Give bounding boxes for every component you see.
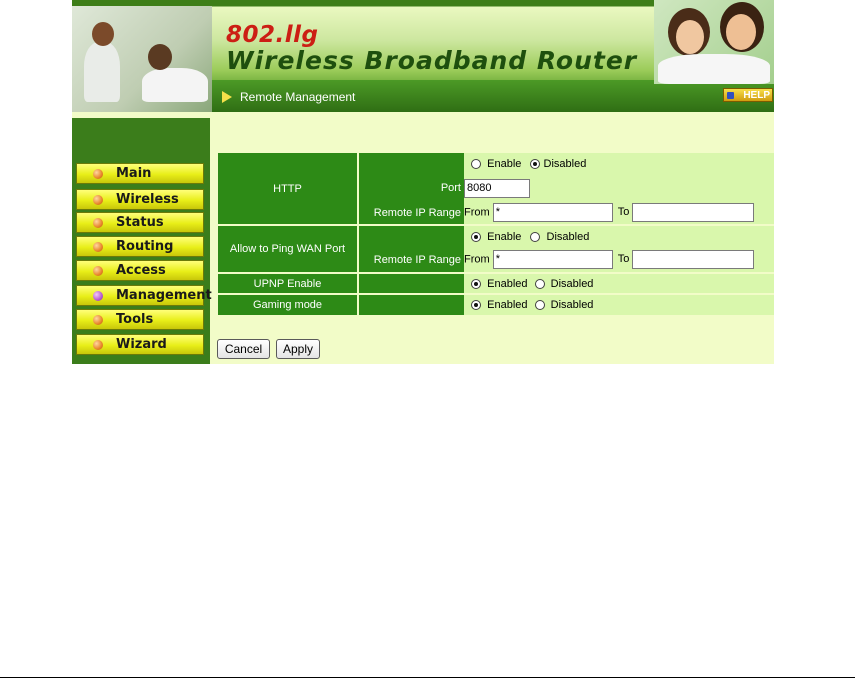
sidebar-item-status[interactable]: Status bbox=[76, 212, 204, 233]
gaming-cell: Enabled Disabled bbox=[464, 294, 774, 315]
sidebar-item-label: Management bbox=[116, 288, 212, 303]
http-label: HTTP bbox=[218, 153, 359, 226]
sidebar-item-wireless[interactable]: Wireless bbox=[76, 189, 204, 210]
http-to-label: To bbox=[617, 206, 630, 219]
upnp-disabled-radio[interactable] bbox=[534, 278, 545, 289]
sidebar-item-access[interactable]: Access bbox=[76, 260, 204, 281]
person-face bbox=[676, 20, 704, 54]
upnp-disabled-label: Disabled bbox=[550, 277, 594, 290]
upnp-enabled-radio[interactable] bbox=[471, 278, 482, 289]
product-title: Wireless Broadband Router bbox=[226, 46, 638, 75]
upnp-cell: Enabled Disabled bbox=[464, 273, 774, 295]
bullet-icon bbox=[93, 315, 103, 325]
ping-mode-sublabel bbox=[358, 225, 464, 247]
bullet-icon bbox=[93, 266, 103, 276]
sidebar-item-wizard[interactable]: Wizard bbox=[76, 334, 204, 355]
ping-mode-cell: Enable Disabled bbox=[464, 225, 774, 247]
sidebar-item-routing[interactable]: Routing bbox=[76, 236, 204, 257]
sidebar-item-label: Wizard bbox=[116, 337, 167, 352]
sidebar-item-tools[interactable]: Tools bbox=[76, 309, 204, 330]
person-figure bbox=[142, 68, 208, 102]
cancel-button[interactable]: Cancel bbox=[217, 339, 270, 359]
ping-remote-ip-cell: From * To bbox=[464, 247, 774, 274]
ping-from-label: From bbox=[464, 253, 490, 266]
ping-remote-ip-label: Remote IP Range bbox=[358, 247, 464, 274]
port-label: Port bbox=[358, 175, 464, 201]
sidebar-item-label: Access bbox=[116, 263, 166, 278]
sidebar-item-label: Tools bbox=[116, 312, 154, 327]
sidebar-item-label: Main bbox=[116, 166, 152, 181]
sidebar-item-label: Wireless bbox=[116, 192, 179, 207]
sidebar-item-label: Status bbox=[116, 215, 164, 230]
ping-from-input[interactable]: * bbox=[492, 250, 613, 269]
ping-to-input[interactable] bbox=[632, 250, 755, 269]
remote-management-table: HTTP Enable Disabled Port 8080 Remote IP… bbox=[218, 153, 774, 315]
port-cell: 8080 bbox=[464, 175, 774, 201]
header-banner: 802.llg Wireless Broadband Router Remote… bbox=[72, 0, 774, 112]
page-divider bbox=[0, 677, 855, 678]
bullet-icon bbox=[93, 242, 103, 252]
router-admin-frame: 802.llg Wireless Broadband Router Remote… bbox=[72, 0, 774, 364]
bullet-icon bbox=[93, 291, 103, 301]
person-face bbox=[726, 14, 756, 50]
bullet-icon bbox=[93, 195, 103, 205]
header-photo-left bbox=[72, 6, 212, 112]
header-photo-right bbox=[654, 0, 774, 84]
sidebar-item-management[interactable]: Management bbox=[76, 285, 212, 306]
person-figure bbox=[84, 42, 120, 102]
port-input[interactable]: 8080 bbox=[464, 178, 530, 198]
ping-enable-label: Enable bbox=[487, 230, 522, 243]
ping-disable-radio[interactable] bbox=[530, 231, 541, 242]
help-label: HELP bbox=[743, 90, 770, 101]
gaming-sublabel bbox=[358, 294, 464, 315]
person-figure bbox=[658, 54, 770, 84]
http-to-input[interactable] bbox=[632, 203, 755, 222]
sidebar-item-label: Routing bbox=[116, 239, 174, 254]
gaming-enabled-radio[interactable] bbox=[471, 300, 482, 311]
product-line-logo: 802.llg bbox=[226, 22, 319, 48]
upnp-label: UPNP Enable bbox=[218, 273, 359, 295]
ping-enable-radio[interactable] bbox=[471, 231, 482, 242]
ping-to-label: To bbox=[617, 253, 630, 266]
http-from-input[interactable]: * bbox=[492, 203, 613, 222]
http-mode-sublabel bbox=[358, 153, 464, 175]
http-enable-radio[interactable] bbox=[471, 159, 482, 170]
help-button[interactable]: HELP bbox=[723, 88, 773, 102]
page-title: Remote Management bbox=[240, 90, 356, 104]
bullet-icon bbox=[93, 169, 103, 179]
apply-button[interactable]: Apply bbox=[276, 339, 320, 359]
gaming-enabled-label: Enabled bbox=[487, 299, 528, 311]
http-mode-cell: Enable Disabled bbox=[464, 153, 774, 175]
bullet-icon bbox=[93, 340, 103, 350]
sidebar-nav: Main Wireless Status Routing Access Mana… bbox=[72, 118, 212, 364]
help-icon bbox=[727, 92, 734, 99]
ping-disable-label: Disabled bbox=[546, 230, 590, 243]
http-remote-ip-label: Remote IP Range bbox=[358, 201, 464, 226]
http-enable-label: Enable bbox=[487, 158, 522, 170]
http-disable-label: Disabled bbox=[543, 158, 587, 170]
upnp-sublabel bbox=[358, 273, 464, 295]
http-disable-radio[interactable] bbox=[530, 159, 541, 170]
http-from-label: From bbox=[464, 206, 490, 219]
person-head bbox=[92, 22, 114, 46]
sidebar-item-main[interactable]: Main bbox=[76, 163, 204, 184]
http-remote-ip-cell: From * To bbox=[464, 201, 774, 226]
upnp-enabled-label: Enabled bbox=[487, 277, 528, 290]
person-head bbox=[148, 44, 172, 70]
gaming-label: Gaming mode bbox=[218, 294, 359, 315]
gaming-disabled-label: Disabled bbox=[550, 299, 594, 311]
bullet-icon bbox=[93, 218, 103, 228]
ping-label: Allow to Ping WAN Port bbox=[218, 225, 359, 274]
gaming-disabled-radio[interactable] bbox=[534, 300, 545, 311]
play-arrow-icon bbox=[222, 91, 232, 103]
